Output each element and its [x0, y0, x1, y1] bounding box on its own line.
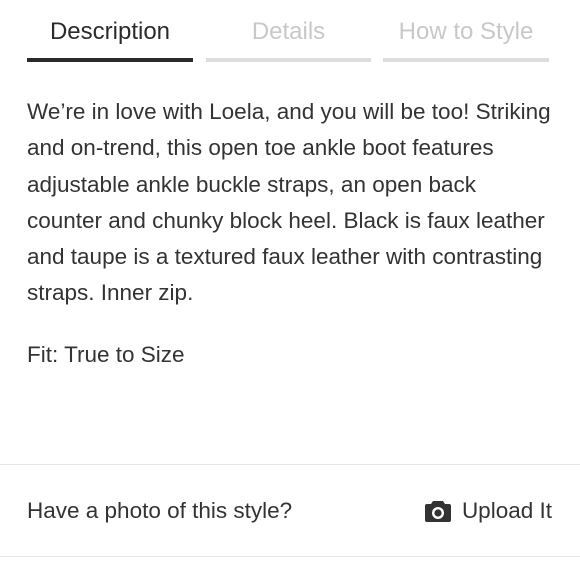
- fit-info: Fit: True to Size: [27, 342, 185, 367]
- tab-description[interactable]: Description: [27, 0, 193, 62]
- photo-question: Have a photo of this style?: [27, 498, 293, 523]
- tab-details[interactable]: Details: [206, 0, 371, 62]
- product-description: We’re in love with Loela, and you will b…: [27, 99, 551, 306]
- tab-bar: Description Details How to Style: [27, 0, 549, 62]
- upload-label: Upload It: [461, 498, 552, 523]
- tab-description-indicator: [27, 58, 193, 62]
- tab-how-to-style-indicator: [383, 58, 549, 62]
- divider-top: [0, 464, 580, 465]
- tab-how-to-style[interactable]: How to Style: [383, 0, 549, 62]
- tab-details-label: Details: [251, 18, 326, 45]
- tab-how-to-style-label: How to Style: [398, 18, 534, 45]
- divider-bottom: [0, 556, 580, 557]
- tab-details-indicator: [206, 58, 371, 62]
- photo-upload-row: Have a photo of this style? Upload It: [0, 466, 580, 556]
- camera-icon: [424, 501, 451, 522]
- tab-description-label: Description: [49, 18, 171, 45]
- upload-photo-button[interactable]: Upload It: [424, 495, 552, 527]
